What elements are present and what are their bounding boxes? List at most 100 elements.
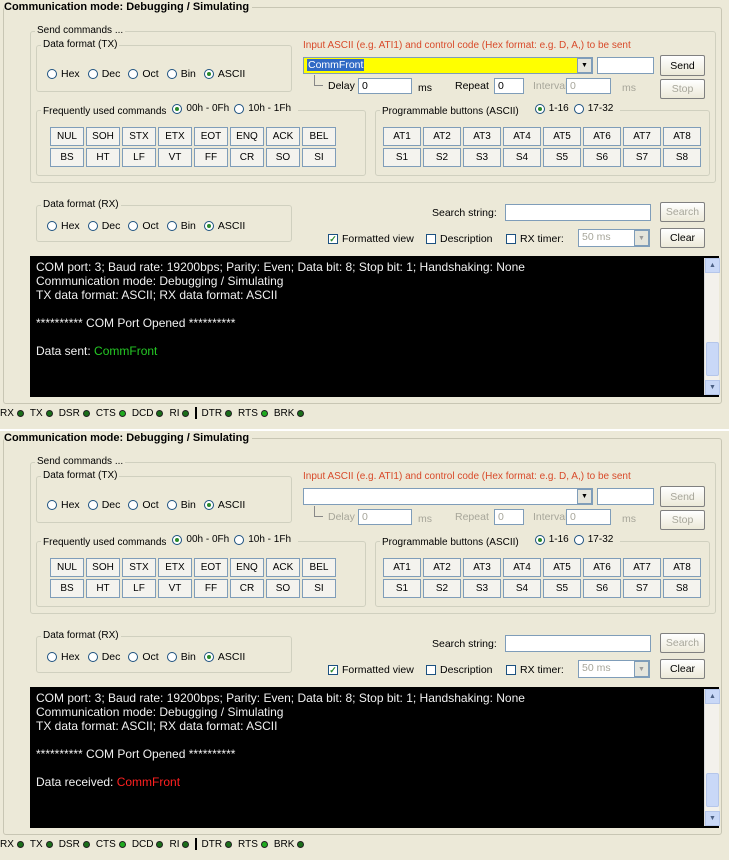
console-scrollbar[interactable]: ▲ ▼ xyxy=(704,258,720,395)
scroll-up-arrow-icon[interactable]: ▲ xyxy=(705,258,720,273)
prog-cmd-button[interactable]: AT7 xyxy=(623,127,661,146)
freq-cmd-button[interactable]: SOH xyxy=(86,127,120,146)
tx-format-radio-oct[interactable]: Oct xyxy=(128,68,159,80)
description-checkbox[interactable]: Description xyxy=(426,233,493,245)
rx-format-radio-ascii[interactable]: ASCII xyxy=(203,220,245,232)
prog-cmd-button[interactable]: AT2 xyxy=(423,127,461,146)
prog-cmd-button[interactable]: AT3 xyxy=(463,558,501,577)
scroll-up-arrow-icon[interactable]: ▲ xyxy=(705,689,720,704)
prog-cmd-button[interactable]: S2 xyxy=(423,579,461,598)
hex-input[interactable] xyxy=(597,57,654,74)
freq-cmd-button[interactable]: SOH xyxy=(86,558,120,577)
rx-timer-checkbox[interactable]: RX timer: xyxy=(506,233,564,245)
prog-cmd-button[interactable]: AT1 xyxy=(383,558,421,577)
search-button[interactable]: Search xyxy=(660,202,705,222)
tx-format-radio-dec[interactable]: Dec xyxy=(87,68,120,80)
clear-button[interactable]: Clear xyxy=(660,659,705,679)
prog-cmd-button[interactable]: AT8 xyxy=(663,558,701,577)
console-scrollbar[interactable]: ▲ ▼ xyxy=(704,689,720,826)
prog-radio-1-16[interactable]: 1-16 xyxy=(534,104,569,114)
rx-format-radio-hex[interactable]: Hex xyxy=(47,651,80,663)
prog-cmd-button[interactable]: AT5 xyxy=(543,127,581,146)
rx-format-radio-dec[interactable]: Dec xyxy=(87,651,120,663)
freq-cmd-button[interactable]: NUL xyxy=(50,558,84,577)
prog-cmd-button[interactable]: AT4 xyxy=(503,558,541,577)
tx-format-radio-bin[interactable]: Bin xyxy=(166,68,196,80)
prog-cmd-button[interactable]: S4 xyxy=(503,148,541,167)
delay-input[interactable]: 0 xyxy=(358,509,412,525)
prog-cmd-button[interactable]: S4 xyxy=(503,579,541,598)
search-input[interactable] xyxy=(505,204,651,221)
send-button[interactable]: Send xyxy=(660,55,705,76)
freq-cmd-button[interactable]: HT xyxy=(86,579,120,598)
freq-cmd-button[interactable]: ETX xyxy=(158,127,192,146)
prog-cmd-button[interactable]: AT4 xyxy=(503,127,541,146)
tx-format-radio-oct[interactable]: Oct xyxy=(128,499,159,511)
rx-timer-checkbox[interactable]: RX timer: xyxy=(506,664,564,676)
prog-cmd-button[interactable]: AT1 xyxy=(383,127,421,146)
tx-format-radio-bin[interactable]: Bin xyxy=(166,499,196,511)
chevron-down-icon[interactable]: ▼ xyxy=(577,489,592,504)
rx-format-radio-ascii[interactable]: ASCII xyxy=(203,651,245,663)
scroll-down-arrow-icon[interactable]: ▼ xyxy=(705,811,720,826)
prog-cmd-button[interactable]: AT2 xyxy=(423,558,461,577)
search-button[interactable]: Search xyxy=(660,633,705,653)
output-console[interactable]: COM port: 3; Baud rate: 19200bps; Parity… xyxy=(30,687,719,828)
freq-cmd-button[interactable]: HT xyxy=(86,148,120,167)
freq-cmd-button[interactable]: STX xyxy=(122,558,156,577)
output-console[interactable]: COM port: 3; Baud rate: 19200bps; Parity… xyxy=(30,256,719,397)
freq-cmd-button[interactable]: CR xyxy=(230,148,264,167)
repeat-input[interactable]: 0 xyxy=(494,78,524,94)
description-checkbox[interactable]: Description xyxy=(426,664,493,676)
send-button[interactable]: Send xyxy=(660,486,705,507)
freq-cmd-button[interactable]: SI xyxy=(302,579,336,598)
tx-format-radio-ascii[interactable]: ASCII xyxy=(203,499,245,511)
prog-cmd-button[interactable]: S2 xyxy=(423,148,461,167)
prog-cmd-button[interactable]: AT5 xyxy=(543,558,581,577)
freq-cmd-button[interactable]: BEL xyxy=(302,127,336,146)
stop-button[interactable]: Stop xyxy=(660,79,705,99)
prog-cmd-button[interactable]: S1 xyxy=(383,148,421,167)
freq-radio-10h-1fh[interactable]: 10h - 1Fh xyxy=(234,535,291,545)
prog-cmd-button[interactable]: S5 xyxy=(543,579,581,598)
prog-cmd-button[interactable]: AT3 xyxy=(463,127,501,146)
freq-cmd-button[interactable]: NUL xyxy=(50,127,84,146)
rx-format-radio-dec[interactable]: Dec xyxy=(87,220,120,232)
freq-cmd-button[interactable]: ACK xyxy=(266,127,300,146)
send-input[interactable]: CommFront xyxy=(303,57,593,74)
freq-cmd-button[interactable]: BEL xyxy=(302,558,336,577)
rx-format-radio-bin[interactable]: Bin xyxy=(166,651,196,663)
prog-cmd-button[interactable]: S7 xyxy=(623,148,661,167)
prog-cmd-button[interactable]: AT6 xyxy=(583,127,621,146)
freq-cmd-button[interactable]: CR xyxy=(230,579,264,598)
rx-format-radio-oct[interactable]: Oct xyxy=(128,220,159,232)
scrollbar-thumb[interactable] xyxy=(706,342,719,376)
prog-radio-17-32[interactable]: 17-32 xyxy=(573,535,613,545)
freq-cmd-button[interactable]: VT xyxy=(158,579,192,598)
prog-cmd-button[interactable]: S6 xyxy=(583,148,621,167)
freq-cmd-button[interactable]: LF xyxy=(122,579,156,598)
freq-cmd-button[interactable]: ETX xyxy=(158,558,192,577)
freq-radio-10h-1fh[interactable]: 10h - 1Fh xyxy=(234,104,291,114)
freq-cmd-button[interactable]: FF xyxy=(194,579,228,598)
prog-cmd-button[interactable]: S8 xyxy=(663,148,701,167)
freq-cmd-button[interactable]: STX xyxy=(122,127,156,146)
send-input[interactable] xyxy=(303,488,593,505)
chevron-down-icon[interactable]: ▼ xyxy=(577,58,592,73)
freq-cmd-button[interactable]: SO xyxy=(266,579,300,598)
chevron-down-icon[interactable]: ▼ xyxy=(634,230,649,246)
freq-cmd-button[interactable]: FF xyxy=(194,148,228,167)
search-input[interactable] xyxy=(505,635,651,652)
scroll-down-arrow-icon[interactable]: ▼ xyxy=(705,380,720,395)
prog-cmd-button[interactable]: S3 xyxy=(463,148,501,167)
prog-cmd-button[interactable]: AT8 xyxy=(663,127,701,146)
prog-radio-17-32[interactable]: 17-32 xyxy=(573,104,613,114)
freq-cmd-button[interactable]: BS xyxy=(50,579,84,598)
stop-button[interactable]: Stop xyxy=(660,510,705,530)
freq-cmd-button[interactable]: EOT xyxy=(194,127,228,146)
scrollbar-thumb[interactable] xyxy=(706,773,719,807)
tx-format-radio-ascii[interactable]: ASCII xyxy=(203,68,245,80)
tx-format-radio-hex[interactable]: Hex xyxy=(47,499,80,511)
prog-cmd-button[interactable]: S1 xyxy=(383,579,421,598)
tx-format-radio-dec[interactable]: Dec xyxy=(87,499,120,511)
